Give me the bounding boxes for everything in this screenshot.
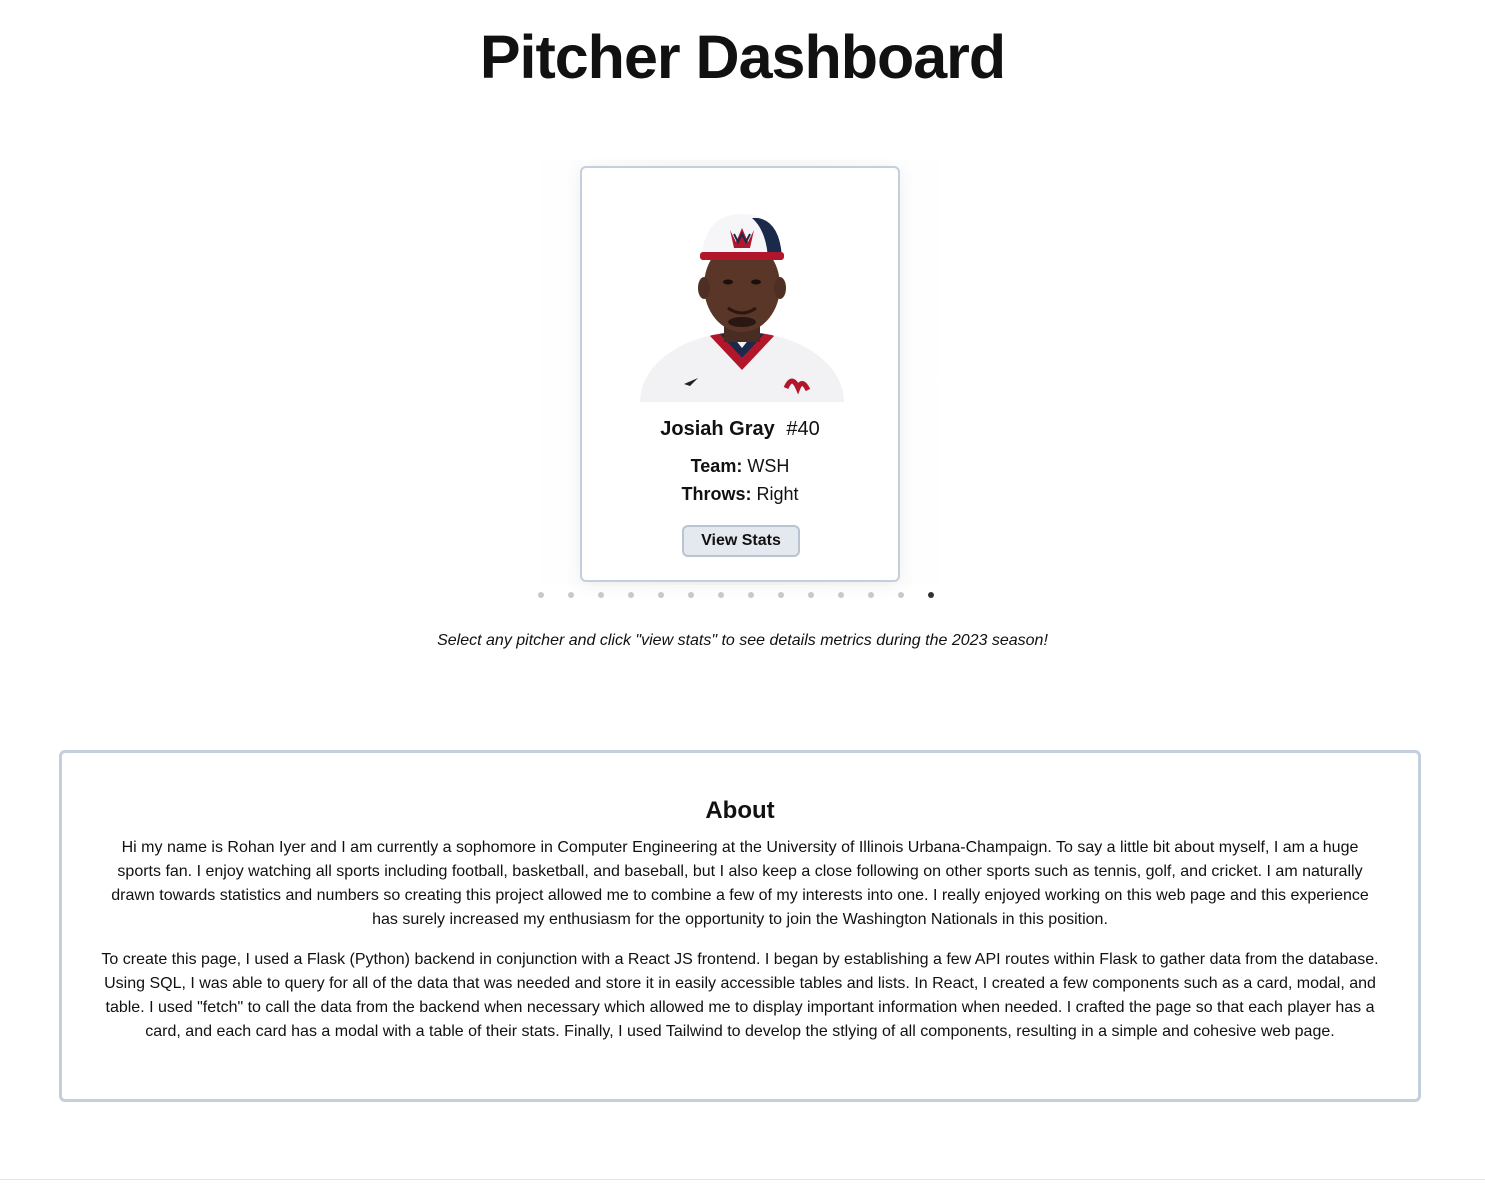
page: Pitcher Dashboard Josiah Gray #40 Team: … [0,0,1485,1183]
carousel-dot[interactable] [778,592,784,598]
throws-value: Right [756,484,799,504]
carousel-dot[interactable] [658,592,664,598]
carousel-dot[interactable] [928,592,934,598]
about-title: About [705,797,775,824]
carousel-dot[interactable] [838,592,844,598]
player-number: #40 [786,418,820,440]
carousel-dot[interactable] [568,592,574,598]
team-value: WSH [747,456,790,476]
team-label: Team: [690,456,743,476]
about-section: About Hi my name is Rohan Iyer and I am … [59,750,1421,1102]
about-paragraph-1: Hi my name is Rohan Iyer and I am curren… [111,839,1369,928]
throws-row: Throws: Right [582,484,898,505]
player-photo [640,208,844,402]
carousel-dot[interactable] [718,592,724,598]
carousel-dot[interactable] [598,592,604,598]
page-title: Pitcher Dashboard [479,23,1006,91]
team-row: Team: WSH [582,456,898,477]
about-paragraph-2: To create this page, I used a Flask (Pyt… [101,951,1379,1040]
pitcher-card: Josiah Gray #40 Team: WSH Throws: Right … [580,166,900,582]
carousel-dot[interactable] [868,592,874,598]
bottom-divider [0,1179,1485,1180]
view-stats-button[interactable]: View Stats [682,525,800,557]
carousel-dot[interactable] [808,592,814,598]
carousel-dot[interactable] [748,592,754,598]
carousel-dot[interactable] [898,592,904,598]
carousel-dot[interactable] [688,592,694,598]
carousel-dot[interactable] [628,592,634,598]
player-name: Josiah Gray [660,418,775,440]
throws-label: Throws: [681,484,752,504]
carousel-pagination [538,592,958,602]
carousel-dot[interactable] [538,592,544,598]
player-name-row: Josiah Gray #40 [582,418,898,441]
instructions-text: Select any pitcher and click "view stats… [437,632,1048,649]
